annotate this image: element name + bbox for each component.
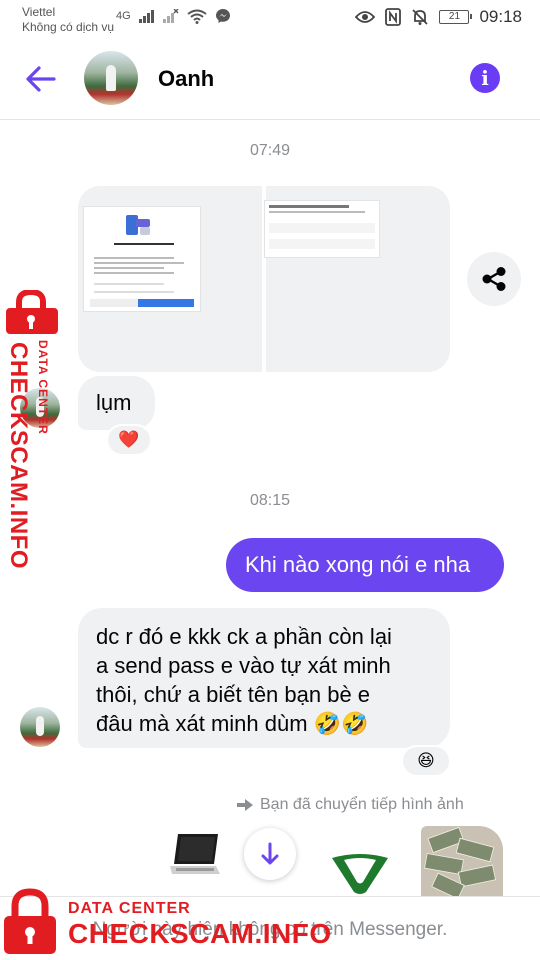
share-icon [482, 267, 506, 291]
message-line: đâu mà xát minh dùm 🤣🤣 [96, 711, 369, 736]
message-text: Khi nào xong nói e nha [245, 552, 471, 577]
signal-icon [138, 10, 154, 23]
wifi-icon [187, 9, 207, 24]
forward-icon [237, 799, 253, 811]
info-icon[interactable]: i [470, 63, 500, 93]
status-time: 09:18 [479, 7, 522, 26]
reaction-emoji: 😆 [417, 751, 435, 770]
contact-avatar[interactable] [84, 51, 138, 105]
image-message[interactable] [78, 186, 450, 372]
message-reaction[interactable]: 😆 [401, 745, 451, 777]
shared-image-2[interactable] [264, 200, 380, 258]
network-type: 4G [116, 10, 131, 22]
signal-off-icon [162, 9, 179, 23]
message-bubble-outgoing[interactable]: Khi nào xong nói e nha [226, 538, 504, 592]
watermark-bottom: DATA CENTER CHECKSCAM.INFO [2, 888, 332, 958]
message-line: dc r đó e kkk ck a phần còn lại [96, 624, 392, 649]
status-right-icons: 21 09:18 [355, 7, 522, 27]
back-arrow-icon[interactable] [24, 62, 58, 96]
watermark-line2: CHECKSCAM.INFO [5, 342, 32, 569]
watermark-side: DATA CENTER CHECKSCAM.INFO [2, 290, 62, 569]
contact-name[interactable]: Oanh [158, 66, 214, 92]
message-bubble[interactable]: dc r đó e kkk ck a phần còn lại a send p… [78, 608, 450, 748]
service-status: Không có dịch vụ [22, 20, 115, 34]
message-timestamp: 07:49 [249, 142, 291, 159]
watermark-line2: CHECKSCAM.INFO [68, 918, 332, 949]
watermark-line1: DATA CENTER [68, 900, 191, 917]
status-bar: Viettel Không có dịch vụ 4G 21 09:18 [0, 0, 540, 40]
battery-icon: 21 [439, 10, 473, 24]
sender-avatar[interactable] [20, 707, 60, 747]
lock-icon [4, 888, 56, 954]
message-bubble[interactable]: lụm [78, 376, 155, 430]
forward-note: Bạn đã chuyển tiếp hình ảnh [236, 796, 464, 814]
lock-icon [6, 290, 58, 334]
carrier-info: Viettel Không có dịch vụ [22, 5, 114, 35]
mute-icon [412, 9, 429, 25]
scroll-to-bottom-button[interactable] [244, 828, 296, 880]
message-reaction[interactable]: ❤️ [106, 424, 152, 456]
forward-note-text: Bạn đã chuyển tiếp hình ảnh [260, 796, 464, 813]
forwarded-image-logo[interactable] [330, 852, 390, 896]
nfc-icon [385, 8, 402, 26]
messenger-icon [215, 9, 230, 23]
share-button[interactable] [467, 252, 521, 306]
shared-image-1[interactable] [83, 206, 201, 312]
status-left-icons: 4G [116, 8, 231, 24]
conversation-header: Oanh i [0, 40, 540, 120]
chevron-down-icon [261, 842, 279, 865]
forwarded-image-laptop[interactable] [170, 832, 220, 876]
reaction-emoji: ❤️ [118, 430, 140, 449]
watermark-line1: DATA CENTER [36, 340, 50, 435]
message-line: a send pass e vào tự xát minh [96, 653, 391, 678]
eye-icon [355, 11, 376, 23]
message-line: thôi, chứ a biết tên bạn bè e [96, 682, 371, 707]
message-text: lụm [96, 390, 132, 415]
message-timestamp: 08:15 [249, 492, 291, 509]
forwarded-image-money[interactable] [421, 826, 503, 896]
carrier-name: Viettel [22, 5, 56, 19]
